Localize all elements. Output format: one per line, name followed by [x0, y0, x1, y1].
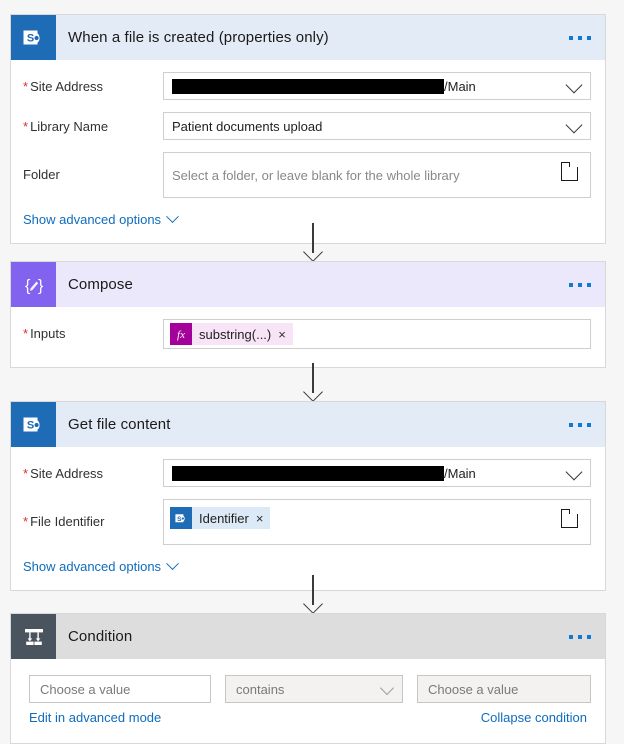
- expression-token[interactable]: fx substring(...) ×: [170, 323, 293, 345]
- card-header-compose[interactable]: { } Compose: [11, 262, 605, 307]
- chevron-down-icon: [166, 557, 179, 571]
- fx-icon: fx: [170, 323, 192, 345]
- flow-card-compose[interactable]: { } Compose * Inputs fx substring(...) ×: [10, 261, 606, 368]
- library-name-value: Patient documents upload: [172, 118, 323, 134]
- show-advanced-options-label: Show advanced options: [23, 559, 162, 574]
- card-body-condition: Choose a value contains Choose a value E…: [11, 659, 605, 743]
- condition-left-placeholder: Choose a value: [40, 681, 131, 697]
- folder-placeholder: Select a folder, or leave blank for the …: [172, 167, 460, 183]
- chevron-down-icon[interactable]: [565, 463, 583, 481]
- edit-advanced-mode-link[interactable]: Edit in advanced mode: [29, 710, 161, 725]
- sharepoint-icon: S: [11, 15, 56, 60]
- site-address-suffix: /Main: [444, 78, 476, 94]
- condition-links: Edit in advanced mode Collapse condition: [11, 703, 605, 725]
- inputs-field[interactable]: fx substring(...) ×: [163, 319, 591, 349]
- card-title-get-file-content: Get file content: [68, 416, 171, 433]
- field-row-inputs: * Inputs fx substring(...) ×: [11, 319, 605, 349]
- remove-token-icon[interactable]: ×: [256, 512, 264, 525]
- flow-card-get-file-content[interactable]: S Get file content *Site Address /Main: [10, 401, 606, 591]
- chevron-down-icon[interactable]: [379, 680, 395, 696]
- flow-designer-canvas: S When a file is created (properties onl…: [0, 0, 624, 744]
- connector-arrow-1: [303, 223, 323, 262]
- card-header-condition[interactable]: Condition: [11, 614, 605, 659]
- condition-operator-value: contains: [236, 681, 285, 697]
- file-identifier-field[interactable]: S Identifier ×: [163, 499, 591, 545]
- field-label-file-identifier: * File Identifier: [23, 514, 105, 529]
- connector-arrow-3: [303, 575, 323, 614]
- folder-icon[interactable]: [560, 162, 578, 181]
- sharepoint-icon: S: [170, 507, 192, 529]
- chevron-down-icon[interactable]: [565, 116, 583, 134]
- remove-token-icon[interactable]: ×: [278, 328, 286, 341]
- condition-right-value-input[interactable]: Choose a value: [417, 675, 591, 703]
- library-name-dropdown[interactable]: Patient documents upload: [163, 112, 591, 140]
- site-address-dropdown[interactable]: /Main: [163, 72, 591, 100]
- chevron-down-icon[interactable]: [565, 76, 583, 94]
- svg-text:S: S: [26, 419, 33, 431]
- site-address-value-2: /Main: [172, 460, 556, 486]
- condition-right-placeholder: Choose a value: [428, 681, 519, 697]
- identifier-token[interactable]: S Identifier ×: [170, 507, 271, 529]
- condition-row: Choose a value contains Choose a value: [11, 659, 605, 703]
- required-asterisk: *: [23, 119, 29, 134]
- field-row-site-address: * Site Address /Main: [11, 72, 605, 100]
- svg-text:{: {: [25, 277, 31, 294]
- collapse-condition-link[interactable]: Collapse condition: [481, 710, 587, 725]
- card-header-get-file-content[interactable]: S Get file content: [11, 402, 605, 447]
- chevron-down-icon: [166, 210, 179, 224]
- more-options-button-condition[interactable]: [569, 634, 591, 639]
- svg-text:}: }: [38, 277, 44, 294]
- field-label-site-address-2: * Site Address: [23, 466, 104, 481]
- condition-icon: [11, 614, 56, 659]
- field-label-inputs: * Inputs: [23, 326, 66, 341]
- identifier-token-label: Identifier: [199, 510, 249, 526]
- redaction-bar: [172, 465, 444, 481]
- sharepoint-icon: S: [11, 402, 56, 447]
- show-advanced-options-link-trigger[interactable]: Show advanced options: [23, 210, 179, 227]
- card-body-get-file-content: * Site Address /Main * File Identifier S…: [11, 459, 605, 590]
- site-address-dropdown-2[interactable]: /Main: [163, 459, 591, 487]
- card-title-compose: Compose: [68, 276, 133, 293]
- flow-card-trigger[interactable]: S When a file is created (properties onl…: [10, 14, 606, 244]
- required-asterisk: *: [23, 466, 29, 481]
- field-label-folder: Folder: [23, 167, 60, 182]
- required-asterisk: *: [23, 326, 29, 341]
- field-label-library-name: * Library Name: [23, 119, 109, 134]
- connector-arrow-2: [303, 363, 323, 402]
- svg-text:S: S: [26, 32, 33, 44]
- card-body-trigger: * Site Address /Main * Library Name Patien…: [11, 72, 605, 243]
- expression-token-label: substring(...): [199, 326, 272, 342]
- site-address-suffix-2: /Main: [444, 465, 476, 481]
- svg-text:S: S: [177, 515, 182, 522]
- required-asterisk: *: [23, 514, 29, 529]
- show-advanced-options-label: Show advanced options: [23, 212, 162, 227]
- redaction-bar: [172, 78, 444, 94]
- flow-card-condition[interactable]: Condition Choose a value contains Choose…: [10, 613, 606, 744]
- compose-icon: { }: [11, 262, 56, 307]
- field-row-site-address-2: * Site Address /Main: [11, 459, 605, 487]
- show-advanced-options-link-get-file-content[interactable]: Show advanced options: [23, 557, 179, 574]
- folder-icon[interactable]: [560, 509, 578, 528]
- site-address-value: /Main: [172, 73, 556, 99]
- field-row-library-name: * Library Name Patient documents upload: [11, 112, 605, 140]
- more-options-button-compose[interactable]: [569, 282, 591, 287]
- field-label-site-address: * Site Address: [23, 79, 104, 94]
- more-options-button-get-file-content[interactable]: [569, 422, 591, 427]
- card-title-trigger: When a file is created (properties only): [68, 29, 329, 46]
- card-body-compose: * Inputs fx substring(...) ×: [11, 319, 605, 367]
- svg-text:fx: fx: [177, 329, 185, 341]
- more-options-button-trigger[interactable]: [569, 35, 591, 40]
- condition-operator-dropdown[interactable]: contains: [225, 675, 403, 703]
- card-header-trigger[interactable]: S When a file is created (properties onl…: [11, 15, 605, 60]
- condition-left-value-input[interactable]: Choose a value: [29, 675, 211, 703]
- folder-input[interactable]: Select a folder, or leave blank for the …: [163, 152, 591, 198]
- field-row-file-identifier: * File Identifier S Identifier ×: [11, 499, 605, 545]
- card-title-condition: Condition: [68, 628, 133, 645]
- required-asterisk: *: [23, 79, 29, 94]
- field-row-folder: Folder Select a folder, or leave blank f…: [11, 152, 605, 198]
